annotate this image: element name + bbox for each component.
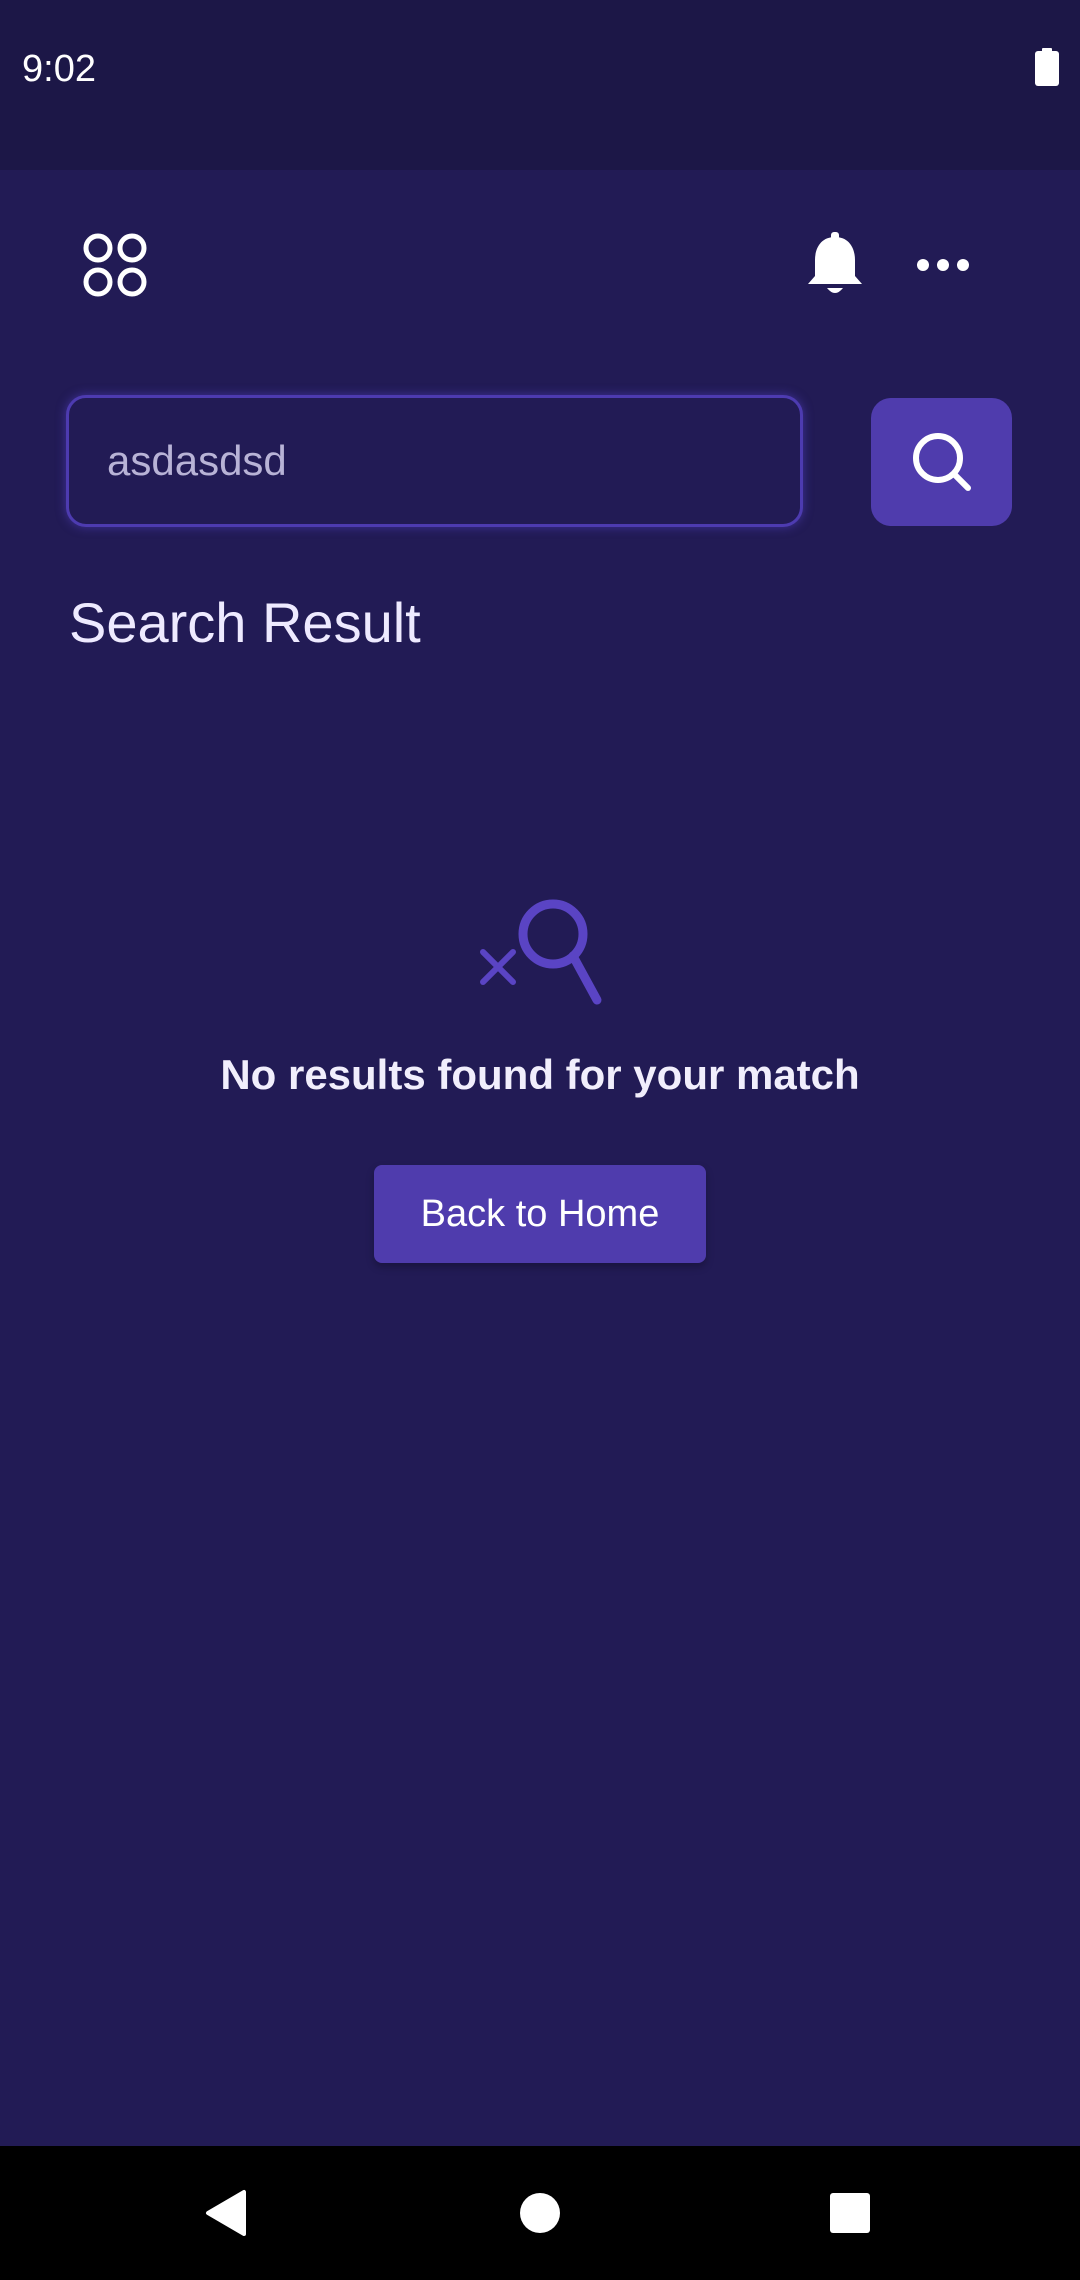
menu-button[interactable]	[70, 220, 160, 310]
grid-circles-icon	[83, 233, 147, 297]
search-icon	[912, 433, 971, 491]
empty-message: No results found for your match	[220, 1051, 860, 1098]
search-button[interactable]	[871, 398, 1012, 526]
more-options-button[interactable]	[898, 220, 988, 310]
app-bar	[0, 170, 1080, 350]
more-horizontal-icon	[917, 259, 969, 271]
notifications-button[interactable]	[790, 220, 880, 310]
home-circle-icon	[520, 2193, 560, 2233]
search-input[interactable]	[69, 398, 800, 524]
search-off-icon	[480, 899, 602, 1005]
search-field-container	[66, 395, 803, 527]
system-nav-bar	[0, 2146, 1080, 2280]
nav-back-button[interactable]	[166, 2146, 286, 2280]
back-to-home-button[interactable]: Back to Home	[374, 1165, 706, 1263]
back-triangle-icon	[206, 2190, 246, 2236]
status-time: 9:02	[22, 48, 96, 90]
battery-icon	[1035, 48, 1059, 86]
nav-recents-button[interactable]	[790, 2146, 910, 2280]
empty-state: No results found for your match	[0, 890, 1080, 1100]
bell-icon	[808, 232, 862, 293]
nav-home-button[interactable]	[480, 2146, 600, 2280]
status-bar: 9:02	[0, 0, 1080, 170]
recents-square-icon	[830, 2193, 870, 2233]
page-title: Search Result	[69, 591, 421, 654]
